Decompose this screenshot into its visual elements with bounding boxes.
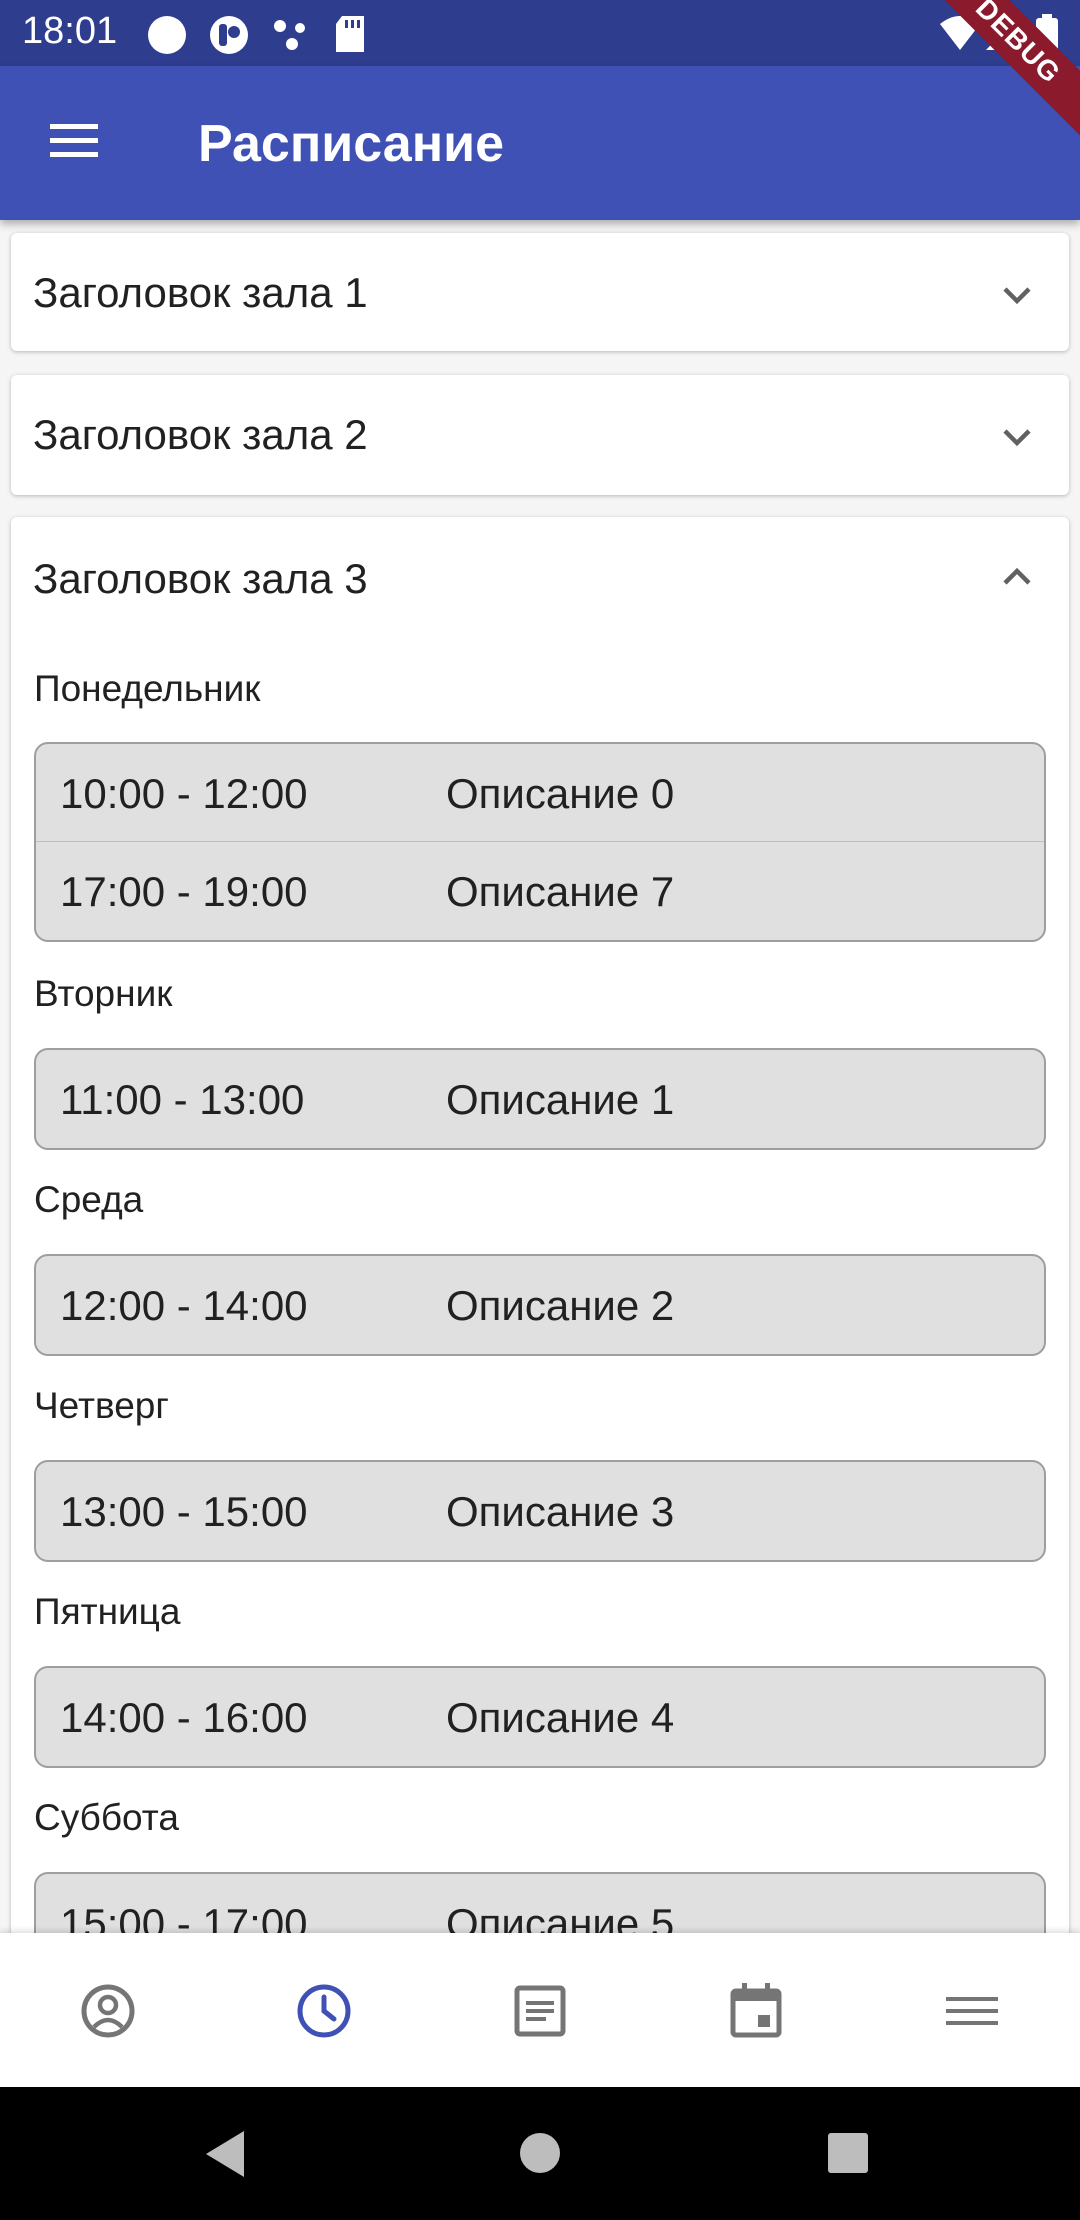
clock-icon[interactable] xyxy=(284,1971,364,2051)
menu-icon[interactable] xyxy=(932,1971,1012,2051)
calendar-icon[interactable] xyxy=(716,1971,796,2051)
back-icon[interactable] xyxy=(200,2127,250,2181)
slot-box: 13:00 - 15:00 Описание 3 xyxy=(34,1460,1046,1562)
day-label: Суббота xyxy=(34,1797,179,1838)
slot-time: 12:00 - 14:00 xyxy=(60,1282,308,1329)
slot-time: 11:00 - 13:00 xyxy=(60,1076,305,1123)
slot-time: 13:00 - 15:00 xyxy=(60,1488,308,1535)
hall-title: Заголовок зала 3 xyxy=(33,555,368,602)
chevron-down-icon[interactable] xyxy=(995,415,1039,459)
slot-time: 10:00 - 12:00 xyxy=(60,770,308,817)
slot-box: 14:00 - 16:00 Описание 4 xyxy=(34,1666,1046,1768)
hall-card-1[interactable]: Заголовок зала 1 xyxy=(11,233,1069,351)
day-label: Среда xyxy=(34,1179,144,1220)
hamburger-icon[interactable] xyxy=(44,116,104,166)
slot-desc: Описание 1 xyxy=(446,1076,675,1123)
home-icon[interactable] xyxy=(518,2131,562,2175)
slot-box: 11:00 - 13:00 Описание 1 xyxy=(34,1048,1046,1150)
hall-card-2[interactable]: Заголовок зала 2 xyxy=(11,375,1069,495)
status-bar: 18:01 xyxy=(0,0,1080,66)
sdcard-icon xyxy=(336,16,364,52)
account-circle-icon[interactable] xyxy=(68,1971,148,2051)
slot-row[interactable]: 14:00 - 16:00 Описание 4 xyxy=(36,1668,1044,1766)
hall-title: Заголовок зала 1 xyxy=(33,269,368,316)
chevron-up-icon[interactable] xyxy=(995,555,1039,599)
article-icon[interactable] xyxy=(500,1971,580,2051)
day-label: Вторник xyxy=(34,973,173,1014)
day-label: Четверг xyxy=(34,1385,169,1426)
slot-row[interactable]: 10:00 - 12:00 Описание 0 xyxy=(36,744,1044,842)
app-bar: Расписание xyxy=(0,66,1080,220)
schedule-list[interactable]: Заголовок зала 1 Заголовок зала 2 Заголо… xyxy=(0,220,1080,1933)
slot-box: 15:00 - 17:00 Описание 5 xyxy=(34,1872,1046,1933)
slot-time: 14:00 - 16:00 xyxy=(60,1694,308,1741)
slot-row[interactable]: 13:00 - 15:00 Описание 3 xyxy=(36,1462,1044,1560)
system-nav-bar xyxy=(0,2087,1080,2220)
dots-icon xyxy=(274,20,305,50)
slot-desc: Описание 2 xyxy=(446,1282,675,1329)
slot-desc: Описание 3 xyxy=(446,1488,675,1535)
status-time: 18:01 xyxy=(22,10,118,52)
day-label: Понедельник xyxy=(34,668,261,709)
slot-desc: Описание 5 xyxy=(446,1900,675,1933)
slot-row[interactable]: 12:00 - 14:00 Описание 2 xyxy=(36,1256,1044,1354)
circle-icon xyxy=(148,16,186,54)
slot-row[interactable]: 11:00 - 13:00 Описание 1 xyxy=(36,1050,1044,1148)
slot-box: 10:00 - 12:00 Описание 0 17:00 - 19:00 О… xyxy=(34,742,1046,942)
slot-row[interactable]: 17:00 - 19:00 Описание 7 xyxy=(36,842,1044,940)
day-label: Пятница xyxy=(34,1591,181,1632)
slot-time: 15:00 - 17:00 xyxy=(60,1900,308,1933)
slot-box: 12:00 - 14:00 Описание 2 xyxy=(34,1254,1046,1356)
slot-desc: Описание 4 xyxy=(446,1694,675,1741)
slot-time: 17:00 - 19:00 xyxy=(60,868,308,915)
bottom-nav xyxy=(0,1933,1080,2087)
hall-title: Заголовок зала 2 xyxy=(33,411,368,458)
app-icon xyxy=(210,16,248,54)
chevron-down-icon[interactable] xyxy=(995,273,1039,317)
slot-desc: Описание 0 xyxy=(446,770,675,817)
slot-desc: Описание 7 xyxy=(446,868,675,915)
page-title: Расписание xyxy=(198,115,504,173)
recents-icon[interactable] xyxy=(826,2131,870,2175)
slot-row[interactable]: 15:00 - 17:00 Описание 5 xyxy=(36,1874,1044,1933)
